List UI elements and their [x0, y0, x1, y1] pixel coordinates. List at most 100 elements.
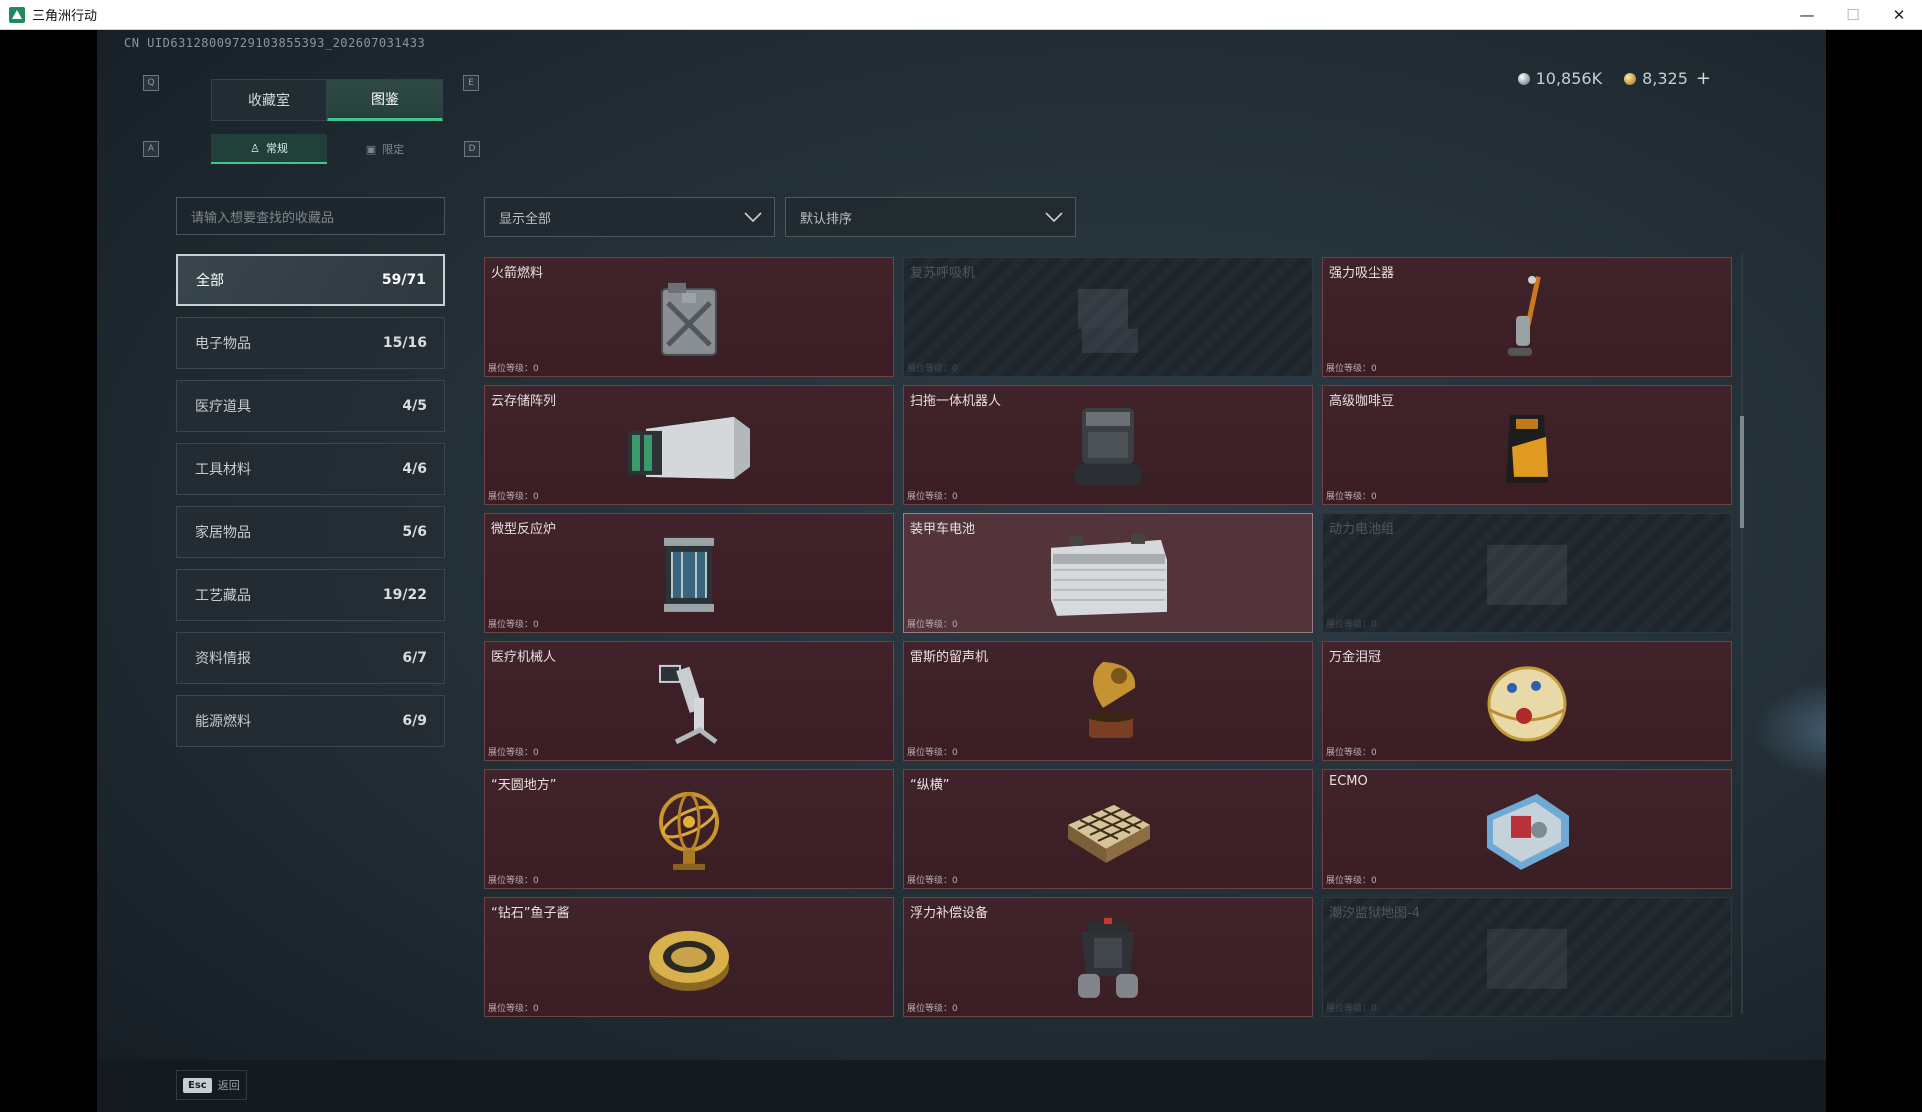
medical-robot-icon	[624, 655, 754, 751]
window-title: 三角洲行动	[32, 9, 98, 24]
booth-level-value: 0	[533, 1004, 539, 1014]
vacuum-icon	[1462, 271, 1592, 367]
booth-level: 展位等级：0	[907, 617, 958, 630]
booth-level-value: 0	[533, 492, 539, 502]
esc-key-hint: Esc	[183, 1077, 212, 1093]
subtab-regular[interactable]: ♙ 常规	[211, 134, 327, 164]
category-item[interactable]: 资料情报 6/7	[176, 632, 445, 684]
category-item[interactable]: 医疗道具 4/5	[176, 380, 445, 432]
chevron-down-icon	[744, 212, 762, 223]
frame-icon: ▣	[365, 142, 377, 156]
battery-icon	[1043, 527, 1173, 623]
back-label: 返回	[217, 1079, 240, 1092]
gold-currency: 8,325 +	[1624, 68, 1711, 89]
bottom-bar	[97, 1060, 1826, 1112]
booth-level: 展位等级：0	[488, 873, 539, 886]
category-label: 电子物品	[195, 336, 251, 352]
search-input[interactable]: 请输入想要查找的收藏品	[176, 197, 445, 235]
collectible-card[interactable]: ECMO 展位等级：0	[1322, 769, 1732, 889]
chess-board-icon	[1043, 783, 1173, 879]
collectible-card[interactable]: 复苏呼吸机展位等级：0	[903, 257, 1313, 377]
collectible-card[interactable]: 动力电池组 展位等级：0	[1322, 513, 1732, 633]
booth-level-value: 0	[952, 876, 958, 886]
collectible-card[interactable]: 装甲车电池展位等级：0	[903, 513, 1313, 633]
booth-level: 展位等级：0	[907, 361, 958, 374]
category-label: 工艺藏品	[195, 588, 251, 604]
map-icon	[1462, 911, 1592, 1007]
booth-level-label: 展位等级：	[907, 492, 953, 502]
sort-dropdown[interactable]: 默认排序	[785, 197, 1076, 237]
collectible-name: 强力吸尘器	[1329, 266, 1395, 281]
category-count: 4/6	[402, 461, 427, 477]
collectible-name: “纵横”	[910, 778, 950, 793]
currency-bar: 10,856K 8,325 +	[1517, 68, 1711, 89]
collectible-name: 浮力补偿设备	[910, 906, 989, 921]
booth-level: 展位等级：0	[488, 745, 539, 758]
collectible-card[interactable]: 潮汐监狱地图-4 展位等级：0	[1322, 897, 1732, 1017]
collectible-name: 复苏呼吸机	[910, 266, 976, 281]
booth-level-label: 展位等级：	[907, 1004, 953, 1014]
booth-level-value: 0	[952, 620, 958, 630]
category-label: 全部	[196, 273, 224, 289]
player-uid: CN UID6312800972910385539​3_202607031433	[124, 36, 426, 50]
collectible-card[interactable]: 雷斯的留声机 展位等级：0	[903, 641, 1313, 761]
silver-currency: 10,856K	[1517, 69, 1603, 88]
scrollbar-thumb[interactable]	[1740, 416, 1744, 528]
booth-level-label: 展位等级：	[907, 364, 953, 374]
jerrycan-icon	[624, 271, 754, 367]
main-tabs: 收藏室 图鉴	[211, 79, 443, 121]
collectible-card[interactable]: 火箭燃料 展位等级：0	[484, 257, 894, 377]
booth-level: 展位等级：0	[488, 617, 539, 630]
filter-dropdown[interactable]: 显示全部	[484, 197, 775, 237]
collectible-card[interactable]: 微型反应炉展位等级：0	[484, 513, 894, 633]
collectible-card[interactable]: 云存储阵列 展位等级：0	[484, 385, 894, 505]
collectible-card[interactable]: “天圆地方” 展位等级：0	[484, 769, 894, 889]
collectible-card[interactable]: 扫拖一体机器人 展位等级：0	[903, 385, 1313, 505]
subtab-limited[interactable]: ▣ 限定	[327, 134, 443, 164]
collectible-card[interactable]: “钻石”鱼子酱 展位等级：0	[484, 897, 894, 1017]
maximize-button[interactable]: ☐	[1830, 0, 1876, 30]
scrollbar-track[interactable]	[1741, 254, 1743, 1014]
category-count: 6/9	[402, 713, 427, 729]
category-item[interactable]: 能源燃料 6/9	[176, 695, 445, 747]
booth-level-label: 展位等级：	[488, 748, 534, 758]
booth-level-value: 0	[952, 364, 958, 374]
collectible-grid: 火箭燃料 展位等级：0 复苏呼吸机 展位等级：0 强力吸尘器 展位等级：0 云存储阵列 展位等…	[484, 257, 1734, 1017]
booth-level-label: 展位等级：	[488, 1004, 534, 1014]
category-item[interactable]: 工具材料 4/6	[176, 443, 445, 495]
tab-collection-room[interactable]: 收藏室	[211, 79, 327, 121]
category-item[interactable]: 全部 59/71	[176, 254, 445, 306]
silver-amount: 10,856K	[1535, 69, 1603, 88]
collectible-card[interactable]: 高级咖啡豆 展位等级：0	[1322, 385, 1732, 505]
minimize-button[interactable]: —	[1784, 0, 1830, 30]
collectible-name: ECMO	[1329, 774, 1368, 789]
booth-level-value: 0	[1371, 364, 1377, 374]
tab-codex[interactable]: 图鉴	[327, 79, 443, 121]
add-currency-button[interactable]: +	[1696, 68, 1711, 89]
booth-level: 展位等级：0	[1326, 873, 1377, 886]
battery-pack-icon	[1462, 527, 1592, 623]
back-button[interactable]: Esc 返回	[176, 1070, 247, 1100]
collectible-card[interactable]: 强力吸尘器 展位等级：0	[1322, 257, 1732, 377]
category-label: 资料情报	[195, 651, 251, 667]
category-item[interactable]: 家居物品 5/6	[176, 506, 445, 558]
booth-level-label: 展位等级：	[907, 876, 953, 886]
booth-level-value: 0	[1371, 492, 1377, 502]
booth-level-value: 0	[533, 620, 539, 630]
category-count: 59/71	[381, 272, 426, 288]
collectible-card[interactable]: 万金泪冠 展位等级：0	[1322, 641, 1732, 761]
collectible-name: 微型反应炉	[491, 522, 557, 537]
collectible-name: 潮汐监狱地图-4	[1329, 906, 1420, 921]
gold-amount: 8,325	[1642, 69, 1688, 88]
collectible-card[interactable]: 浮力补偿设备 展位等级：0	[903, 897, 1313, 1017]
collectible-card[interactable]: “纵横” 展位等级：0	[903, 769, 1313, 889]
tab-next-key-hint: E	[463, 75, 479, 91]
game-viewport: CN UID6312800972910385539​3_202607031433…	[97, 30, 1826, 1112]
collectible-name: 装甲车电池	[910, 522, 976, 537]
category-item[interactable]: 电子物品 15/16	[176, 317, 445, 369]
letterbox-left	[0, 30, 97, 1112]
close-button[interactable]: ✕	[1876, 0, 1922, 30]
category-item[interactable]: 工艺藏品 19/22	[176, 569, 445, 621]
collectible-card[interactable]: 医疗机械人 展位等级：0	[484, 641, 894, 761]
filter-dropdown-value: 显示全部	[499, 211, 552, 227]
